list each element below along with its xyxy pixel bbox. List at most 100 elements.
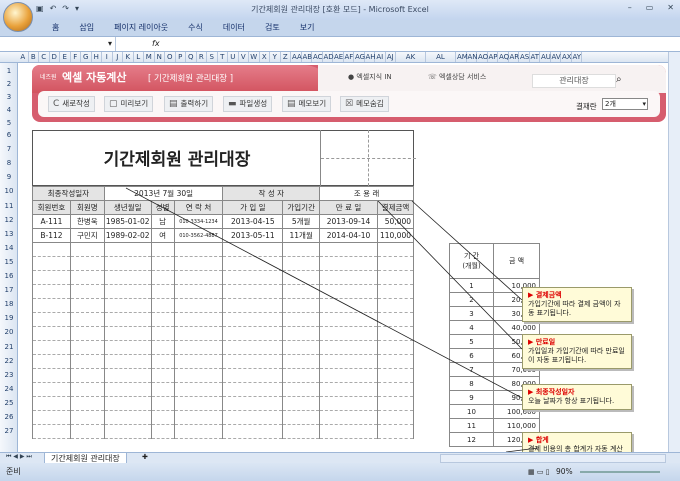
column-header[interactable]: W xyxy=(249,52,260,62)
row-header[interactable]: 8 xyxy=(0,159,18,167)
name-box[interactable]: ▾ xyxy=(0,37,116,51)
column-header[interactable]: AA xyxy=(291,52,302,62)
column-header[interactable]: AN xyxy=(467,52,478,62)
row-header[interactable]: 4 xyxy=(0,106,18,114)
column-header[interactable]: AJ xyxy=(386,52,396,62)
maximize-button[interactable]: ▭ xyxy=(646,3,654,12)
column-header[interactable]: N xyxy=(155,52,165,62)
column-header[interactable]: AV xyxy=(551,52,561,62)
row-header[interactable]: 20 xyxy=(0,328,18,336)
column-header[interactable]: AX xyxy=(561,52,572,62)
row-header[interactable]: 18 xyxy=(0,300,18,308)
row-header[interactable]: 23 xyxy=(0,371,18,379)
column-header[interactable]: Z xyxy=(281,52,291,62)
column-header[interactable]: A xyxy=(18,52,29,62)
column-header[interactable]: V xyxy=(239,52,249,62)
column-header[interactable]: D xyxy=(50,52,60,62)
undo-icon[interactable]: ↶ xyxy=(50,4,57,13)
ribbon-tab[interactable]: 홈 xyxy=(42,20,69,36)
minimize-button[interactable]: – xyxy=(628,3,632,12)
ribbon-tab[interactable]: 데이터 xyxy=(213,20,255,36)
column-header[interactable]: Q xyxy=(186,52,197,62)
column-header[interactable]: G xyxy=(81,52,92,62)
fx-icon[interactable]: fx xyxy=(152,37,160,51)
row-header[interactable]: 13 xyxy=(0,230,18,238)
vertical-scrollbar[interactable] xyxy=(668,52,680,452)
column-header[interactable]: AH xyxy=(365,52,376,62)
column-header[interactable]: R xyxy=(197,52,207,62)
row-header[interactable]: 10 xyxy=(0,187,18,195)
column-header[interactable]: AL xyxy=(426,52,456,62)
column-header[interactable]: M xyxy=(144,52,155,62)
row-header[interactable]: 5 xyxy=(0,119,18,127)
row-header[interactable]: 26 xyxy=(0,413,18,421)
insert-sheet-icon[interactable]: ✚ xyxy=(142,453,148,461)
row-header[interactable]: 14 xyxy=(0,244,18,252)
column-header[interactable]: I xyxy=(102,52,113,62)
row-header[interactable]: 1 xyxy=(0,67,18,75)
zoom-level[interactable]: 90% xyxy=(556,463,573,481)
column-header[interactable]: AT xyxy=(530,52,540,62)
ribbon-tab[interactable]: 수식 xyxy=(178,20,213,36)
column-header[interactable]: O xyxy=(165,52,176,62)
column-header[interactable]: C xyxy=(39,52,50,62)
worksheet[interactable]: 네즈원 엑셀 자동계산 [ 기간제회원 관리대장 ] ● 엑셀지식 IN ☏ 엑… xyxy=(18,63,668,452)
column-header[interactable]: AO xyxy=(477,52,488,62)
horizontal-scrollbar[interactable] xyxy=(440,454,666,463)
column-header[interactable]: K xyxy=(123,52,134,62)
ribbon-tab[interactable]: 보기 xyxy=(290,20,325,36)
column-header[interactable]: AE xyxy=(333,52,344,62)
column-header[interactable]: AR xyxy=(509,52,519,62)
row-header[interactable]: 21 xyxy=(0,343,18,351)
column-header[interactable]: AB xyxy=(302,52,312,62)
column-header[interactable]: J xyxy=(113,52,123,62)
column-header[interactable]: AS xyxy=(519,52,530,62)
column-header[interactable]: AP xyxy=(488,52,498,62)
column-header[interactable]: T xyxy=(218,52,228,62)
column-header[interactable]: Y xyxy=(270,52,281,62)
column-header[interactable]: AM xyxy=(456,52,468,62)
column-header[interactable]: U xyxy=(228,52,239,62)
column-header[interactable]: AQ xyxy=(498,52,509,62)
column-header[interactable]: AI xyxy=(375,52,386,62)
row-header[interactable]: 6 xyxy=(0,131,18,139)
ribbon-tab[interactable]: 삽입 xyxy=(69,20,104,36)
column-header[interactable]: L xyxy=(134,52,144,62)
column-header[interactable]: AU xyxy=(540,52,551,62)
close-button[interactable]: ✕ xyxy=(667,3,674,12)
save-icon[interactable]: ▣ xyxy=(36,4,44,13)
column-header[interactable]: E xyxy=(60,52,71,62)
row-header[interactable]: 17 xyxy=(0,286,18,294)
redo-icon[interactable]: ↷ xyxy=(62,4,69,13)
zoom-slider[interactable] xyxy=(580,471,660,473)
office-button[interactable] xyxy=(3,2,33,32)
column-header[interactable]: AG xyxy=(354,52,365,62)
row-header[interactable]: 11 xyxy=(0,202,18,210)
column-header[interactable]: F xyxy=(71,52,81,62)
column-header[interactable]: AD xyxy=(323,52,334,62)
column-header[interactable]: AY xyxy=(572,52,582,62)
row-header[interactable]: 9 xyxy=(0,173,18,181)
row-header[interactable]: 27 xyxy=(0,427,18,435)
row-header[interactable]: 19 xyxy=(0,314,18,322)
row-header[interactable]: 22 xyxy=(0,357,18,365)
column-header[interactable]: AC xyxy=(312,52,323,62)
row-header[interactable]: 12 xyxy=(0,216,18,224)
column-header[interactable]: S xyxy=(207,52,218,62)
column-header[interactable]: B xyxy=(29,52,39,62)
row-header[interactable]: 2 xyxy=(0,80,18,88)
ribbon-tab[interactable]: 검토 xyxy=(255,20,290,36)
column-header[interactable]: AK xyxy=(396,52,426,62)
view-buttons[interactable]: ▦ ▭ ▯ xyxy=(528,463,550,481)
row-header[interactable]: 25 xyxy=(0,399,18,407)
column-header[interactable]: AF xyxy=(344,52,354,62)
column-header[interactable]: X xyxy=(260,52,270,62)
customize-icon[interactable]: ▾ xyxy=(75,4,79,13)
row-header[interactable]: 7 xyxy=(0,145,18,153)
row-header[interactable]: 24 xyxy=(0,385,18,393)
row-header[interactable]: 15 xyxy=(0,258,18,266)
column-header[interactable]: H xyxy=(92,52,102,62)
sheet-nav-icon[interactable]: ⏮ ◀ ▶ ⏭ xyxy=(6,453,32,461)
ribbon-tab[interactable]: 페이지 레이아웃 xyxy=(104,20,178,36)
row-header[interactable]: 3 xyxy=(0,93,18,101)
